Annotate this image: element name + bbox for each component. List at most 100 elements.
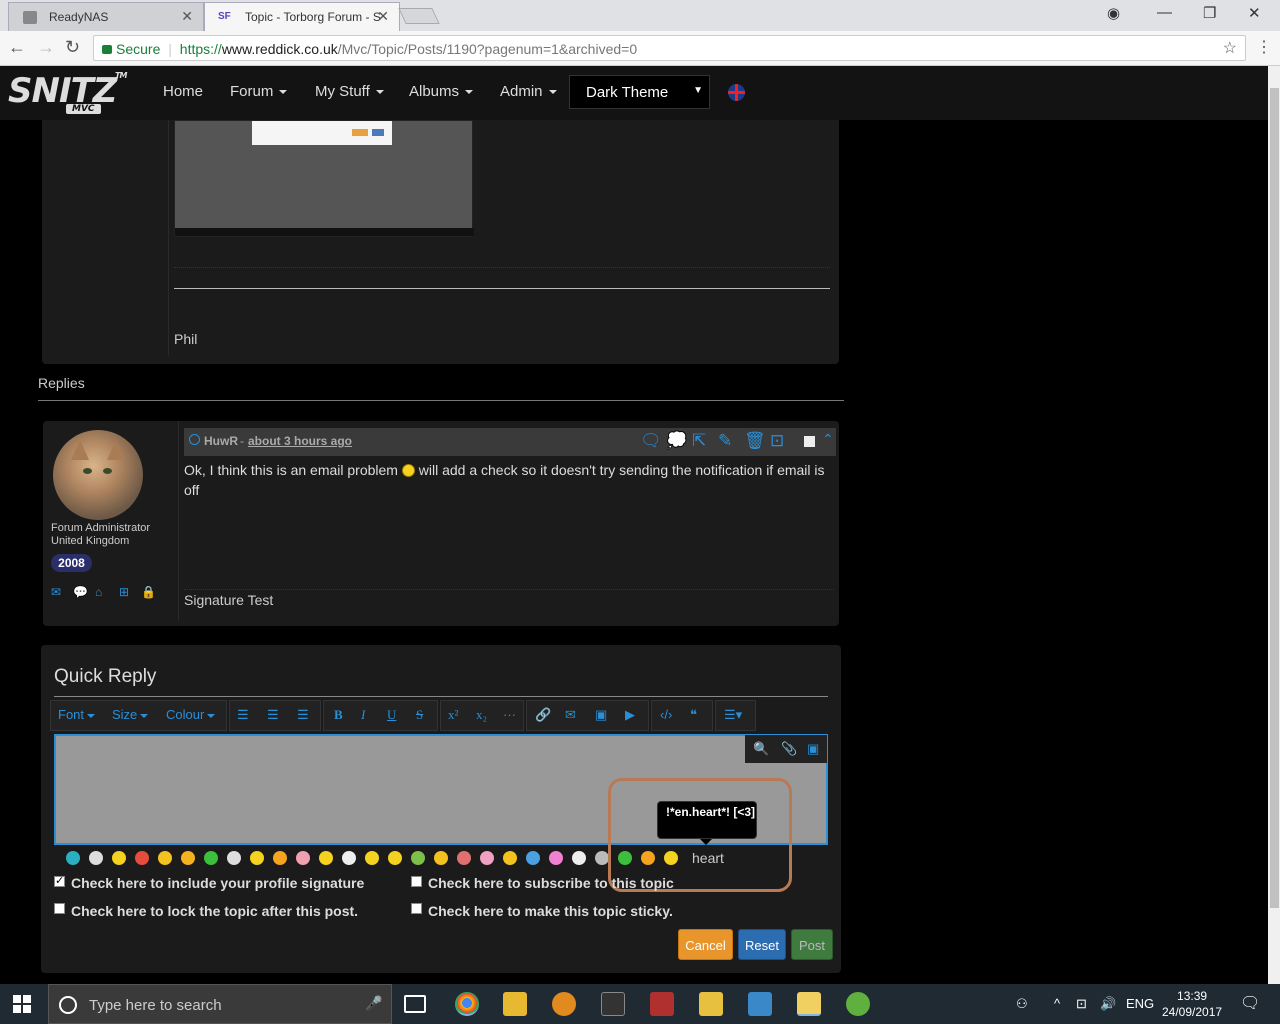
emoji-icon[interactable] xyxy=(135,851,149,865)
size-dropdown[interactable]: Size xyxy=(112,707,149,722)
tab-topic[interactable]: SF Topic - Torborg Forum - S ✕ xyxy=(204,2,400,31)
italic-button[interactable]: I xyxy=(361,707,365,723)
list-dropdown-icon[interactable]: ☰▾ xyxy=(724,707,742,723)
volume-icon[interactable]: 🔊 xyxy=(1100,996,1116,1012)
chevron-up-icon[interactable]: ⌃ xyxy=(822,431,842,451)
nav-my-stuff[interactable]: My Stuff xyxy=(315,83,384,100)
select-checkbox[interactable] xyxy=(804,436,815,447)
edit-icon[interactable]: ✎ xyxy=(718,431,738,451)
image-upload-icon[interactable]: ▣ xyxy=(807,741,819,757)
trash-icon[interactable]: 🗑 xyxy=(744,431,766,451)
reply-time[interactable]: about 3 hours ago xyxy=(248,434,352,448)
tab-readynas[interactable]: ReadyNAS ✕ xyxy=(8,2,204,31)
bookmark-star-icon[interactable]: ☆ xyxy=(1223,38,1237,58)
app-icon[interactable] xyxy=(797,992,821,1016)
emoji-icon[interactable] xyxy=(595,851,609,865)
reload-icon[interactable]: ↻ xyxy=(65,37,80,58)
scrollbar-thumb[interactable] xyxy=(1270,88,1279,908)
nav-forum[interactable]: Forum xyxy=(230,83,288,100)
emoji-icon[interactable] xyxy=(365,851,379,865)
youtube-icon[interactable]: ▶ xyxy=(625,707,635,723)
post-image[interactable] xyxy=(174,120,474,237)
app-icon[interactable] xyxy=(846,992,870,1016)
reset-button[interactable]: Reset xyxy=(738,929,786,960)
nav-admin[interactable]: Admin xyxy=(500,83,557,100)
emoji-icon[interactable] xyxy=(480,851,494,865)
search-icon[interactable]: 🔍 xyxy=(753,741,769,757)
new-tab-button[interactable] xyxy=(398,8,440,24)
emoji-icon[interactable] xyxy=(89,851,103,865)
envelope-icon[interactable]: ✉ xyxy=(51,585,65,599)
horizontal-rule-button[interactable]: ··· xyxy=(503,707,516,722)
paperclip-icon[interactable]: 📎 xyxy=(781,741,797,757)
nav-albums[interactable]: Albums xyxy=(409,83,474,100)
emoji-icon[interactable] xyxy=(181,851,195,865)
forward-icon[interactable]: → xyxy=(37,37,55,58)
chevron-up-icon[interactable]: ^ xyxy=(1054,996,1060,1011)
chrome-icon[interactable] xyxy=(455,992,479,1016)
align-right-icon[interactable]: ☰ xyxy=(297,707,309,723)
file-explorer-icon[interactable] xyxy=(503,992,527,1016)
strikethrough-button[interactable]: S xyxy=(416,707,423,723)
filezilla-icon[interactable] xyxy=(650,992,674,1016)
emoji-icon[interactable] xyxy=(434,851,448,865)
minimize-icon[interactable]: — xyxy=(1157,4,1172,21)
avatar[interactable] xyxy=(53,430,143,520)
code-icon[interactable]: ‹/› xyxy=(660,707,672,722)
comments-icon[interactable]: 💬 xyxy=(73,585,88,599)
app-icon[interactable] xyxy=(699,992,723,1016)
emoji-icon[interactable] xyxy=(549,851,563,865)
emoji-icon[interactable] xyxy=(112,851,126,865)
post-button[interactable]: Post xyxy=(791,929,833,960)
font-dropdown[interactable]: Font xyxy=(58,707,96,722)
reply-author[interactable]: HuwR xyxy=(204,434,238,448)
close-window-icon[interactable]: ✕ xyxy=(1248,4,1261,22)
taskbar-search[interactable]: Type here to search 🎤 xyxy=(48,984,392,1024)
restore-icon[interactable]: ❐ xyxy=(1203,4,1216,22)
link-icon[interactable]: 🔗 xyxy=(535,707,551,723)
speech-bubble-icon[interactable]: 🗨 xyxy=(640,431,662,451)
task-view-icon[interactable] xyxy=(404,995,426,1013)
sitemap-icon[interactable]: ⊞ xyxy=(119,585,133,599)
emoji-icon[interactable] xyxy=(388,851,402,865)
bold-button[interactable]: B xyxy=(334,707,343,723)
cancel-button[interactable]: Cancel xyxy=(678,929,733,960)
emoji-icon[interactable] xyxy=(227,851,241,865)
email-icon[interactable]: ✉ xyxy=(565,707,576,723)
underline-button[interactable]: U xyxy=(387,707,396,723)
network-icon[interactable]: ⊡ xyxy=(1076,996,1087,1012)
close-icon[interactable]: ✕ xyxy=(377,8,389,25)
emoji-icon[interactable] xyxy=(457,851,471,865)
align-center-icon[interactable]: ☰ xyxy=(267,707,279,723)
emoji-icon[interactable] xyxy=(158,851,172,865)
quote-bubble-icon[interactable]: 💭 xyxy=(666,431,687,451)
back-icon[interactable]: ← xyxy=(8,37,26,58)
lock-icon[interactable]: 🔒 xyxy=(141,585,156,599)
subscribe-checkbox[interactable] xyxy=(411,876,422,887)
microphone-icon[interactable]: 🎤 xyxy=(365,995,382,1012)
theme-select[interactable]: Dark Theme ▼ xyxy=(569,75,710,109)
split-icon[interactable]: ⊡ xyxy=(770,431,790,451)
include-signature-checkbox[interactable] xyxy=(54,874,65,887)
sticky-checkbox[interactable] xyxy=(411,903,422,914)
subscript-button[interactable]: x₂ xyxy=(476,707,487,723)
home-icon[interactable]: ⌂ xyxy=(95,585,109,599)
emoji-icon[interactable] xyxy=(204,851,218,865)
emoji-icon[interactable] xyxy=(503,851,517,865)
align-left-icon[interactable]: ☰ xyxy=(237,707,249,723)
lock-topic-checkbox[interactable] xyxy=(54,903,65,914)
quote-icon[interactable]: ❝ xyxy=(690,707,697,723)
emoji-icon[interactable] xyxy=(319,851,333,865)
language-indicator[interactable]: ENG xyxy=(1126,996,1154,1011)
menu-icon[interactable]: ⋮ xyxy=(1256,37,1272,57)
image-icon[interactable]: ▣ xyxy=(595,707,607,723)
emoji-icon[interactable] xyxy=(411,851,425,865)
emoji-icon[interactable] xyxy=(572,851,586,865)
people-icon[interactable]: ⚇ xyxy=(1016,996,1028,1012)
app-icon[interactable] xyxy=(552,992,576,1016)
close-icon[interactable]: ✕ xyxy=(181,8,193,25)
windows-start-icon[interactable] xyxy=(13,995,31,1013)
nav-home[interactable]: Home xyxy=(163,83,203,100)
superscript-button[interactable]: x² xyxy=(448,707,458,723)
colour-dropdown[interactable]: Colour xyxy=(166,707,216,722)
